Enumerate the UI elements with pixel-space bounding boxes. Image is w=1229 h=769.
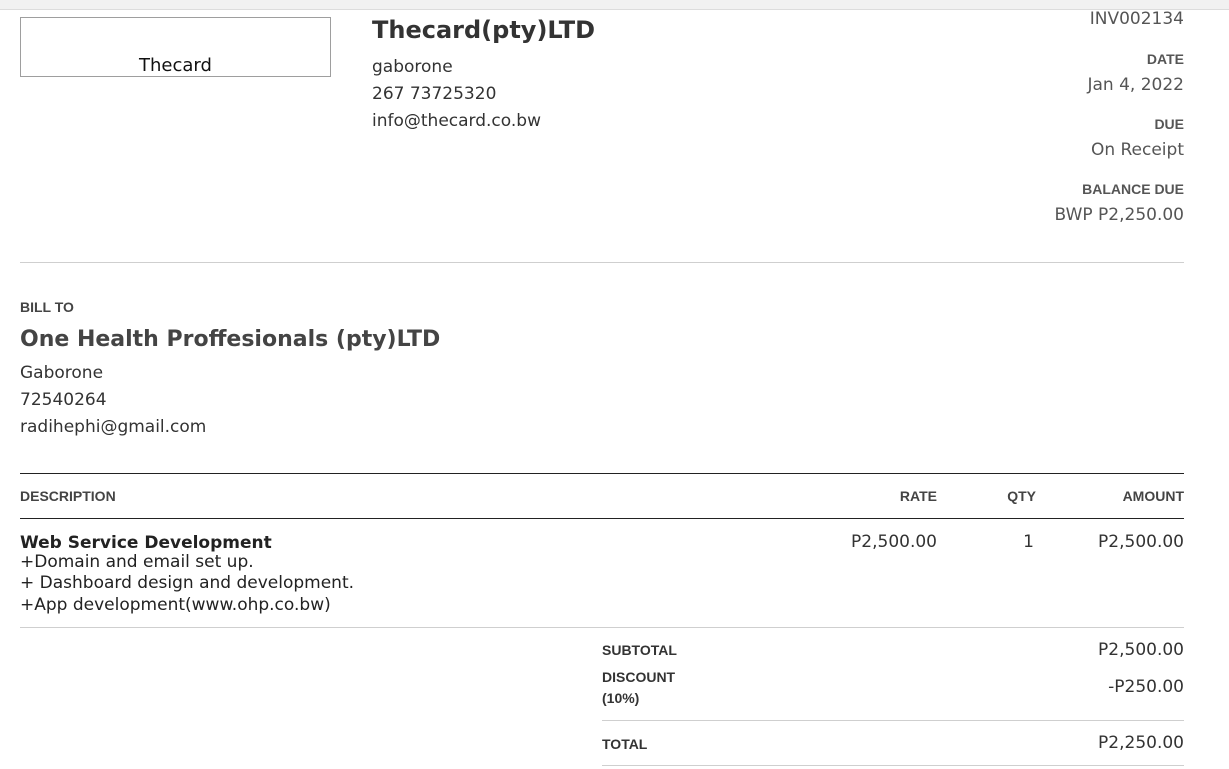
company-city: gaborone: [372, 57, 453, 77]
bill-to-email: radihephi@gmail.com: [20, 417, 207, 437]
item-amount: P2,500.00: [1098, 532, 1184, 552]
balance-due-label: BALANCE DUE: [1082, 181, 1184, 197]
company-logo: Thecard: [20, 17, 331, 77]
header-amount: AMOUNT: [1122, 488, 1184, 504]
table-header-border: [20, 518, 1184, 519]
item-detail: +App development(www.ohp.co.bw): [20, 595, 331, 615]
discount-rate: (10%): [602, 690, 640, 706]
bill-to-phone: 72540264: [20, 390, 107, 410]
item-qty: 1: [1023, 532, 1034, 552]
bill-to-name: One Health Proffesionals (pty)LTD: [20, 327, 441, 352]
item-detail: + Dashboard design and development.: [20, 573, 355, 593]
discount-value: -P250.00: [1108, 677, 1184, 697]
bill-to-label: BILL TO: [20, 299, 74, 315]
item-detail: +Domain and email set up.: [20, 552, 254, 572]
subtotal-label: SUBTOTAL: [602, 642, 677, 658]
items-bottom-border: [20, 627, 1184, 628]
item-title: Web Service Development: [20, 533, 272, 553]
balance-due-value: BWP P2,250.00: [1054, 205, 1184, 225]
invoice-number: INV002134: [1089, 9, 1184, 29]
total-label: TOTAL: [602, 736, 648, 752]
totals-divider: [602, 720, 1184, 721]
header-qty: QTY: [1007, 488, 1036, 504]
header-description: DESCRIPTION: [20, 488, 116, 504]
date-label: DATE: [1146, 51, 1184, 67]
company-name: Thecard(pty)LTD: [372, 16, 596, 44]
invoice-date: Jan 4, 2022: [1087, 75, 1185, 95]
header-divider: [20, 262, 1184, 263]
discount-label: DISCOUNT (10%): [602, 667, 675, 709]
due-value: On Receipt: [1090, 140, 1184, 160]
company-phone: 267 73725320: [372, 84, 497, 104]
item-rate: P2,500.00: [851, 532, 937, 552]
subtotal-value: P2,500.00: [1098, 640, 1184, 660]
header-rate: RATE: [899, 488, 937, 504]
due-label: DUE: [1154, 116, 1184, 132]
totals-bottom-border: [602, 765, 1184, 766]
discount-label-text: DISCOUNT: [602, 669, 676, 685]
total-value: P2,250.00: [1098, 733, 1184, 753]
logo-text: Thecard: [139, 55, 212, 76]
browser-top-bar: [0, 0, 1229, 10]
company-email: info@thecard.co.bw: [372, 111, 541, 131]
bill-to-city: Gaborone: [20, 363, 104, 383]
table-top-border: [20, 473, 1184, 474]
